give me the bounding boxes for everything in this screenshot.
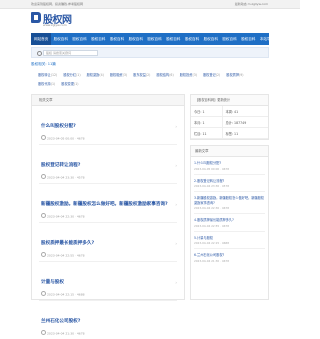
article-title[interactable]: 计量与股权: [41, 279, 64, 285]
article-list: 相关文章 什么叫股权分配? 2023-04-05 00:00 · 4678 › …: [31, 94, 185, 336]
list-item[interactable]: 3.新疆股权激励。新疆股权怎么做好吧。新疆股权激励家事咨询? 2023-04-0…: [194, 192, 265, 214]
clock-icon: [41, 330, 46, 335]
tag-link[interactable]: 股权激励(4): [87, 71, 104, 80]
clock-icon: [41, 135, 46, 140]
main-nav: 网站首页 股权百科 股权百科 股权百科 股权百科 股权百科 股权百科 股权百科 …: [31, 33, 293, 45]
logo-icon: [31, 12, 41, 23]
clock-icon: [41, 213, 46, 218]
arrow-right-icon: ›: [175, 163, 177, 168]
list-item[interactable]: 5.计量与股权 2023-04-04 22:15 · 4688: [194, 232, 265, 249]
search-icon: [37, 51, 42, 56]
nav-item[interactable]: 股权百科: [70, 33, 89, 45]
nav-item-home[interactable]: 网站首页: [31, 33, 52, 45]
tag-link[interactable]: 股权融资(3): [110, 71, 127, 80]
tag-link[interactable]: 股权分红(1): [63, 71, 80, 80]
article-list-title: 相关文章: [32, 95, 184, 106]
tag-link[interactable]: 股权代持(1): [38, 80, 55, 89]
welcome-text: 欢迎来到股权网，投资赚钱,参考股权网: [31, 2, 83, 6]
stat-cell: 总计: 187749: [221, 116, 268, 128]
latest-title-link[interactable]: 1.什么叫股权分配?: [194, 157, 265, 166]
article-meta: 2023-04-04 22:30 · 4678: [41, 213, 85, 219]
nav-item[interactable]: 股权百科: [201, 33, 220, 45]
list-item[interactable]: 什么叫股权分配? 2023-04-05 00:00 · 4678 ›: [39, 106, 177, 145]
latest-title: 最新文章: [191, 146, 268, 157]
article-meta: 2023-04-04 22:15 · 4688: [41, 291, 85, 297]
latest-meta: 2023-04-04 22:30 · 4678: [194, 206, 229, 210]
article-meta: 2023-04-04 23:30 · 4578: [41, 174, 85, 180]
nav-item[interactable]: 股权百科: [183, 33, 202, 45]
search-input[interactable]: 股权 请搜索关键词: [43, 50, 98, 56]
list-item[interactable]: 新疆股权激励。新疆股权怎么做好吧。新疆股权激励家事咨询? 2023-04-04 …: [39, 184, 177, 223]
latest-meta: 2023-04-04 21:30 · 4678: [194, 258, 229, 263]
article-meta: 2023-04-04 22:55 · 4678: [41, 252, 85, 258]
tag-link[interactable]: 股权变更(1): [61, 80, 78, 89]
nav-item[interactable]: 股权百科: [220, 33, 239, 45]
list-item[interactable]: 股权登记转让流程? 2023-04-04 23:30 · 4578 ›: [39, 145, 177, 184]
site-logo[interactable]: 股权网 www.zglyw.com: [31, 10, 91, 30]
latest-meta: 2023-04-04 22:55 · 4678: [194, 223, 229, 228]
article-title[interactable]: 什么叫股权分配?: [41, 123, 76, 129]
latest-panel: 最新文章 1.什么叫股权分配? 2023-04-05 00:00 · 4678 …: [190, 145, 269, 300]
list-item[interactable]: 2.股权登记转让流程? 2023-04-04 23:30 · 4578: [194, 175, 265, 192]
tag-link[interactable]: 股权结构(6): [156, 71, 173, 80]
clock-icon: [41, 174, 46, 179]
logo-url: www.zglyw.com: [43, 23, 67, 27]
nav-item[interactable]: 股权百科: [126, 33, 145, 45]
stat-cell: 本月: 1: [191, 116, 223, 128]
article-meta: 2023-04-04 21:30 · 4678: [41, 330, 85, 336]
stat-cell: 本周: 41: [221, 106, 268, 117]
nav-item[interactable]: 股权百科: [164, 33, 183, 45]
article-title[interactable]: 股权质押最长能质押多久?: [41, 240, 94, 246]
arrow-right-icon: ›: [175, 280, 177, 285]
tag-link[interactable]: 股东权益(2): [133, 71, 150, 80]
stats-title: 【股权百科网】更新统计: [191, 95, 268, 106]
top-links[interactable]: 最新动态 m.zgliyw.com: [235, 2, 268, 6]
nav-item[interactable]: 股权百科: [145, 33, 164, 45]
list-item[interactable]: 计量与股权 2023-04-04 22:15 · 4688 ›: [39, 262, 177, 301]
latest-title-link[interactable]: 4.股权质押最长能质押多久?: [194, 214, 265, 223]
latest-title-link[interactable]: 2.股权登记转让流程?: [194, 175, 265, 184]
list-item[interactable]: 4.股权质押最长能质押多久? 2023-04-04 22:55 · 4678: [194, 214, 265, 232]
list-item[interactable]: 兰州石化公司股权? 2023-04-04 21:30 · 4678: [39, 301, 177, 339]
clock-icon: [41, 291, 46, 296]
list-item[interactable]: 6.兰州石化公司股权? 2023-04-04 21:30 · 4678: [194, 249, 265, 266]
stat-cell: 栏目: 11: [191, 127, 223, 139]
arrow-right-icon: ›: [175, 202, 177, 207]
article-title[interactable]: 股权登记转让流程?: [41, 162, 80, 168]
top-bar: 欢迎来到股权网，投资赚钱,参考股权网 最新动态 m.zgliyw.com: [0, 0, 300, 9]
clock-icon: [41, 252, 46, 257]
latest-title-link[interactable]: 3.新疆股权激励。新疆股权怎么做好吧。新疆股权激励家事咨询?: [194, 192, 265, 205]
latest-meta: 2023-04-05 00:00 · 4678: [194, 166, 229, 171]
nav-item[interactable]: 股权百科: [51, 33, 70, 45]
stat-cell: 标签: 11: [221, 127, 268, 139]
tag-link[interactable]: 股权登记(2): [203, 71, 220, 80]
nav-item-sitemap[interactable]: 本站导航: [258, 33, 277, 45]
tag-link[interactable]: 股权转让(12): [38, 71, 57, 80]
stats-panel: 【股权百科网】更新统计 今日: 1 本周: 41 本月: 1 总计: 187749 …: [190, 94, 269, 140]
tag-section-title: 股权相关: 11篇: [31, 62, 56, 66]
nav-item[interactable]: 股权百科: [89, 33, 108, 45]
article-meta: 2023-04-05 00:00 · 4678: [41, 135, 85, 141]
arrow-right-icon: ›: [175, 241, 177, 246]
tag-link[interactable]: 股权投资(3): [180, 71, 197, 80]
nav-item-contact[interactable]: 联系我们: [276, 33, 295, 45]
stat-cell: 今日: 1: [191, 106, 223, 117]
arrow-right-icon: ›: [175, 124, 177, 129]
article-title[interactable]: 新疆股权激励。新疆股权怎么做好吧。新疆股权激励家事咨询?: [41, 201, 168, 207]
tag-link[interactable]: 股权质押(9): [226, 71, 243, 80]
latest-title-link[interactable]: 5.计量与股权: [194, 232, 265, 241]
tag-cloud: 股权转让(12) 股权分红(1) 股权激励(4) 股权融资(3) 股东权益(2)…: [38, 71, 266, 89]
nav-item[interactable]: 股权百科: [108, 33, 127, 45]
list-item[interactable]: 1.什么叫股权分配? 2023-04-05 00:00 · 4678: [194, 157, 265, 175]
search-bar: 股权 请搜索关键词: [31, 47, 269, 58]
list-item[interactable]: 股权质押最长能质押多久? 2023-04-04 22:55 · 4678 ›: [39, 223, 177, 262]
stats-table: 今日: 1 本周: 41 本月: 1 总计: 187749 栏目: 11 标签: 11: [191, 106, 268, 139]
nav-item[interactable]: 股权百科: [239, 33, 258, 45]
article-title[interactable]: 兰州石化公司股权?: [41, 318, 80, 324]
latest-meta: 2023-04-04 22:15 · 4688: [194, 241, 229, 245]
latest-meta: 2023-04-04 23:30 · 4578: [194, 184, 229, 188]
latest-title-link[interactable]: 6.兰州石化公司股权?: [194, 249, 265, 258]
